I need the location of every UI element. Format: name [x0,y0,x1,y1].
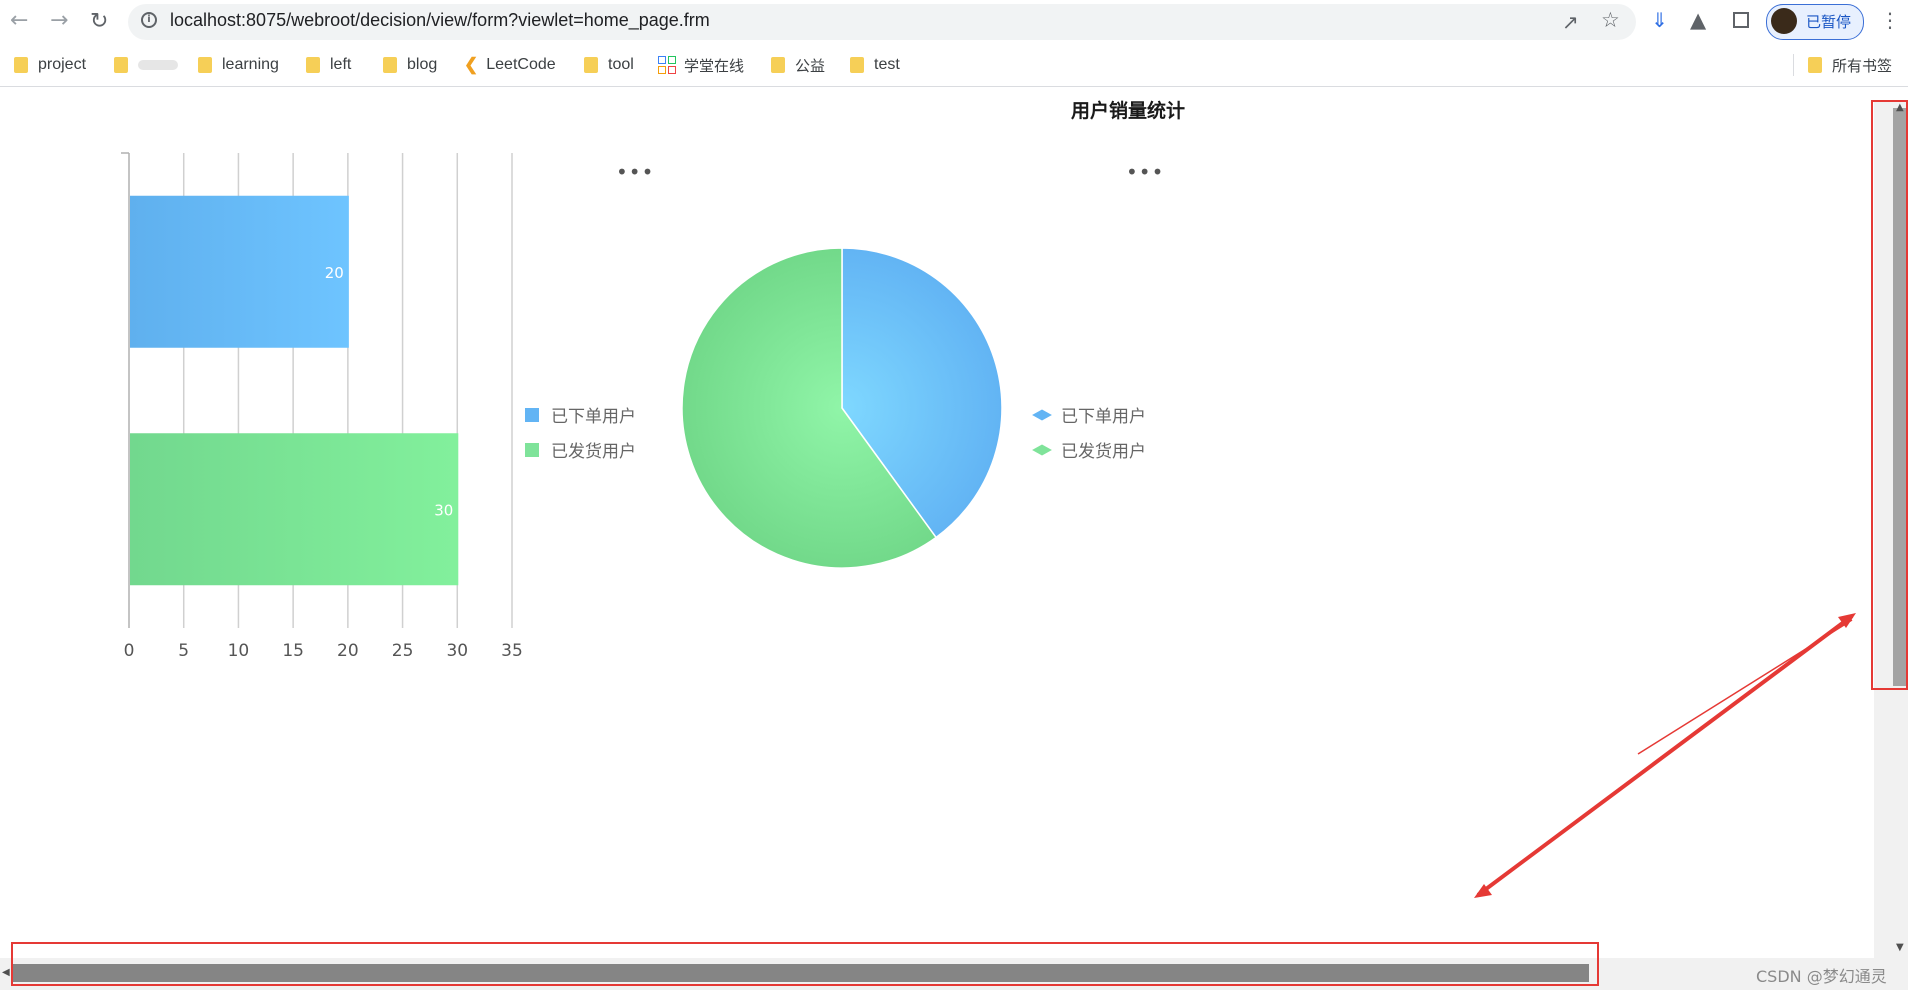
bar-x-tick-label: 25 [392,641,414,661]
bar-x-tick-label: 35 [501,641,523,661]
legend-swatch-blue [1032,409,1052,420]
scroll-down-arrow-icon[interactable]: ▼ [1896,942,1904,953]
csdn-watermark: CSDN @梦幻通灵 [1756,967,1887,986]
pie-legend-item-ordered[interactable]: 已下单用户 [1032,402,1146,427]
bar-mark [130,195,349,348]
annotation-arrows [1474,613,1856,898]
bar-x-tick-label: 30 [446,641,468,661]
bar-chart-bars: 2030 [130,195,459,586]
bar-x-tick-label: 10 [228,641,250,661]
legend-swatch-blue [525,407,539,422]
legend-swatch-green [525,442,539,457]
pie-chart-slices [681,247,1003,569]
bar-chart-legend: 已下单用户 已发货用户 [525,402,636,462]
bar-chart-x-ticks: 0 5 10 15 20 25 30 35 [124,641,523,661]
legend-swatch-green [1032,444,1052,455]
bar-x-tick-label: 15 [282,641,304,661]
charts-canvas: 2030 0 5 10 15 20 25 30 35 [121,152,1856,898]
annotation-arrow-line-1 [1476,614,1854,897]
bar-legend-item-ordered[interactable]: 已下单用户 [525,402,636,427]
annotation-box-vertical [1871,100,1908,690]
bar-legend-item-shipped[interactable]: 已发货用户 [525,437,636,462]
bar-x-tick-label: 5 [178,641,189,661]
bar-x-tick-label: 20 [337,641,359,661]
pie-chart-legend: 已下单用户 已发货用户 [1032,402,1146,462]
bar-x-tick-label: 0 [124,641,135,661]
annotation-box-horizontal [11,942,1599,986]
bar-data-label: 30 [434,501,453,519]
annotation-arrow-line-2 [1637,619,1853,755]
bar-data-label: 20 [325,264,344,282]
scroll-left-arrow-icon[interactable]: ◀ [2,967,10,978]
pie-legend-item-shipped[interactable]: 已发货用户 [1032,437,1146,462]
bar-mark [130,433,459,586]
